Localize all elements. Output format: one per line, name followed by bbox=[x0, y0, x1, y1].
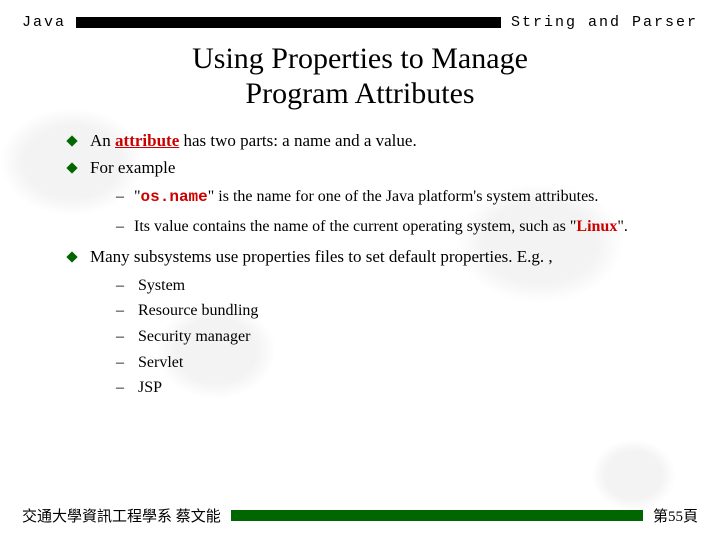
b2s2-linux: Linux bbox=[576, 218, 617, 235]
b3-item-1: System bbox=[116, 275, 698, 297]
bullet-2: For example "os.name" is the name for on… bbox=[68, 157, 698, 238]
header-right: String and Parser bbox=[511, 14, 698, 31]
footer-bar bbox=[231, 510, 643, 521]
b3-item-2: Resource bundling bbox=[116, 300, 698, 322]
bullet-3-sublist: System Resource bundling Security manage… bbox=[90, 275, 698, 399]
b3-i5: JSP bbox=[138, 379, 162, 396]
bullet-list: An attribute has two parts: a name and a… bbox=[22, 130, 698, 399]
content: An attribute has two parts: a name and a… bbox=[22, 130, 698, 399]
footer-left: 交通大學資訊工程學系 蔡文能 bbox=[22, 505, 221, 526]
b2s1-post: " is the name for one of the Java platfo… bbox=[208, 188, 599, 205]
b3-i1: System bbox=[138, 277, 185, 294]
footer-right: 第55頁 bbox=[653, 505, 698, 526]
bullet-3: Many subsystems use properties files to … bbox=[68, 246, 698, 399]
b2s1-code: os.name bbox=[141, 188, 208, 206]
b3-item-5: JSP bbox=[116, 377, 698, 399]
slide: Java String and Parser Using Properties … bbox=[0, 0, 720, 540]
b1-attribute: attribute bbox=[115, 131, 179, 150]
b3-i4: Servlet bbox=[138, 354, 183, 371]
b3-i3: Security manager bbox=[138, 328, 250, 345]
b3-item-4: Servlet bbox=[116, 352, 698, 374]
page-title: Using Properties to Manage Program Attri… bbox=[22, 41, 698, 112]
footer: 交通大學資訊工程學系 蔡文能 第55頁 bbox=[22, 505, 698, 526]
header-left: Java bbox=[22, 14, 66, 31]
bullet-2-sub-2: Its value contains the name of the curre… bbox=[116, 216, 698, 238]
b1-post: has two parts: a name and a value. bbox=[179, 131, 416, 150]
b2s2-post: ". bbox=[617, 218, 628, 235]
header: Java String and Parser bbox=[22, 14, 698, 31]
b3-item-3: Security manager bbox=[116, 326, 698, 348]
title-line2: Program Attributes bbox=[245, 77, 474, 110]
header-bar bbox=[76, 17, 501, 28]
b3-text: Many subsystems use properties files to … bbox=[90, 247, 553, 266]
title-line1: Using Properties to Manage bbox=[192, 42, 528, 75]
bullet-2-sub-1: "os.name" is the name for one of the Jav… bbox=[116, 186, 698, 209]
bullet-2-sublist: "os.name" is the name for one of the Jav… bbox=[90, 186, 698, 238]
b3-i2: Resource bundling bbox=[138, 302, 258, 319]
b1-pre: An bbox=[90, 131, 115, 150]
b2-text: For example bbox=[90, 158, 175, 177]
b2s2-pre: Its value contains the name of the curre… bbox=[134, 218, 576, 235]
bullet-1: An attribute has two parts: a name and a… bbox=[68, 130, 698, 153]
